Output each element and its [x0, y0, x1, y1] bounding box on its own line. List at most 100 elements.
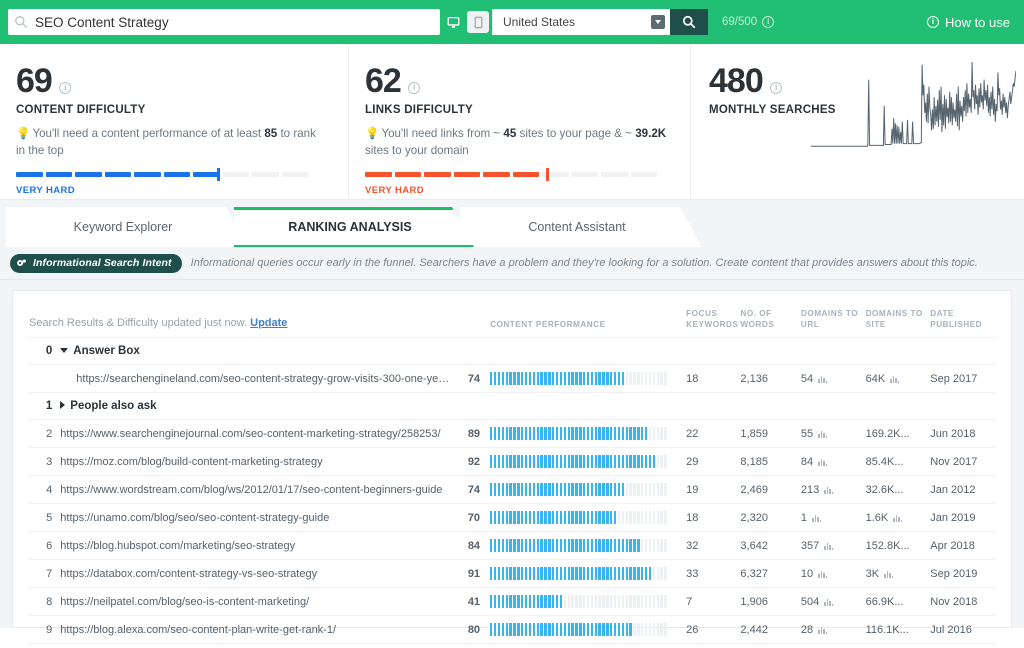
tab-ranking-analysis[interactable]: RANKING ANALYSIS	[234, 207, 474, 247]
difficulty-segment	[601, 171, 628, 177]
domains-to-url-value: 357	[800, 531, 866, 560]
no-of-words-value: 8,185	[740, 447, 801, 476]
result-url[interactable]: https://databox.com/content-strategy-vs-…	[60, 559, 455, 588]
col-focus-keywords[interactable]: FOCUS KEYWORDS	[686, 309, 740, 338]
links-difficulty-label: LINKS DIFFICULTY	[365, 104, 473, 116]
trend-sparkbars	[893, 514, 903, 522]
content-performance-cell	[490, 419, 687, 448]
domains-to-site-value: 64K	[865, 364, 931, 393]
chevron-right-icon[interactable]	[60, 401, 66, 410]
table-row: 6 https://blog.hubspot.com/marketing/seo-…	[29, 531, 995, 560]
search-input[interactable]	[35, 14, 434, 30]
table-row: 3 https://moz.com/blog/build-content-mark…	[29, 447, 995, 476]
content-difficulty-label: CONTENT DIFFICULTY	[16, 104, 146, 116]
search-button[interactable]	[670, 9, 708, 35]
content-difficulty-hint: 💡 You'll need a content performance of at…	[16, 127, 316, 157]
metrics-row: 69 i CONTENT DIFFICULTY 💡 You'll need a c…	[0, 44, 1024, 200]
focus-keywords-value: 19	[686, 475, 741, 504]
col-domains-to-url[interactable]: DOMAINS TO URL	[801, 309, 866, 338]
intent-description: Informational queries occur early in the…	[190, 257, 978, 269]
result-url[interactable]: https://neilpatel.com/blog/seo-is-conten…	[60, 587, 455, 616]
status-badge: Informational Search Intent	[10, 253, 182, 273]
domains-to-url-value: 55	[800, 419, 866, 448]
results-table-body: 0 Answer Box https://searchengineland.com/…	[29, 337, 995, 648]
table-row: 2 https://www.searchenginejournal.com/seo…	[29, 419, 995, 448]
update-link[interactable]: Update	[250, 317, 287, 329]
result-url[interactable]: https://unamo.com/blog/seo/seo-content-s…	[60, 503, 455, 532]
domains-to-url-value: 1	[800, 503, 866, 532]
difficulty-segment	[16, 171, 43, 177]
links-difficulty-hint: 💡 You'll need links from ~ 45 sites to yo…	[365, 127, 667, 157]
content-performance-score: 90	[454, 643, 491, 648]
col-content-performance[interactable]: CONTENT PERFORMANCE	[490, 309, 686, 338]
content-performance-cell	[490, 447, 687, 476]
content-difficulty-value: 69	[16, 62, 53, 100]
focus-keywords-value: 27	[686, 643, 741, 648]
group-label-cell[interactable]: Answer Box	[60, 337, 995, 365]
content-performance-cell	[490, 531, 687, 560]
content-performance-bar	[490, 567, 668, 581]
intent-badge-label: Informational Search Intent	[33, 257, 172, 269]
domains-to-url-value: 10	[800, 559, 866, 588]
info-icon[interactable]: i	[762, 16, 775, 28]
focus-keywords-value: 33	[686, 559, 741, 588]
result-url[interactable]: https://www.searchenginejournal.com/seo-…	[60, 419, 455, 448]
difficulty-segment	[75, 171, 102, 177]
col-domains-to-site[interactable]: DOMAINS TO SITE	[866, 309, 931, 338]
links-difficulty-verdict: VERY HARD	[365, 184, 425, 196]
col-date-published[interactable]: DATE PUBLISHED	[930, 309, 995, 338]
row-position: 10	[29, 643, 61, 648]
tab-label: Content Assistant	[528, 220, 626, 234]
table-group-row: 0 Answer Box	[29, 337, 995, 365]
col-no-of-words[interactable]: NO. OF WORDS	[740, 309, 801, 338]
info-icon[interactable]: i	[58, 82, 71, 94]
no-of-words-value: 3,642	[740, 531, 801, 560]
table-row: 10https://backlinko.com/seo-content90272…	[29, 643, 995, 648]
table-row: 5 https://unamo.com/blog/seo/seo-content-…	[29, 503, 995, 532]
trend-sparkbars	[884, 570, 894, 578]
row-position: 4	[29, 475, 61, 504]
tab-keyword-explorer[interactable]: Keyword Explorer	[6, 207, 248, 247]
result-url[interactable]: https://blog.alexa.com/seo-content-plan-…	[60, 615, 455, 644]
content-performance-cell	[490, 559, 687, 588]
result-url[interactable]: https://blog.hubspot.com/marketing/seo-s…	[60, 531, 455, 560]
domains-to-site-value: 1.6K	[865, 503, 931, 532]
info-icon[interactable]: i	[407, 82, 420, 94]
domains-to-url-value: 54	[800, 364, 866, 393]
search-field-wrapper[interactable]	[8, 9, 440, 35]
result-url[interactable]: https://www.wordstream.com/blog/ws/2012/…	[60, 475, 455, 504]
result-url[interactable]: https://backlinko.com/seo-content	[60, 643, 455, 648]
tab-content-assistant[interactable]: Content Assistant	[460, 207, 702, 247]
monthly-searches-sparkline	[811, 56, 1017, 153]
difficulty-segment	[163, 171, 190, 177]
tab-label: RANKING ANALYSIS	[288, 220, 412, 234]
info-icon[interactable]: i	[769, 82, 782, 94]
quota-indicator: 69/500 i	[722, 16, 775, 28]
result-url[interactable]: https://moz.com/blog/build-content-marke…	[60, 447, 455, 476]
top-search-bar: United States 69/500 i i How to use	[0, 0, 1024, 44]
intent-icon	[17, 259, 26, 266]
group-label-cell[interactable]: People also ask	[60, 392, 995, 420]
desktop-icon[interactable]	[442, 11, 464, 33]
content-performance-bar	[490, 595, 668, 609]
chevron-down-icon[interactable]	[651, 15, 665, 29]
country-select[interactable]: United States	[492, 9, 670, 35]
table-group-row: 1 People also ask	[29, 392, 995, 420]
result-url[interactable]: https://searchengineland.com/seo-content…	[60, 364, 455, 393]
mobile-icon[interactable]	[467, 11, 489, 33]
content-performance-bar	[490, 623, 668, 637]
row-position: 7	[29, 559, 61, 588]
focus-keywords-value: 29	[686, 447, 741, 476]
domains-to-site-value: 116.1K...	[865, 615, 931, 644]
chevron-down-icon[interactable]	[60, 348, 69, 354]
difficulty-segment	[104, 171, 131, 177]
difficulty-segment	[483, 171, 510, 177]
how-to-use-button[interactable]: i How to use	[926, 15, 1010, 30]
difficulty-segment	[424, 171, 451, 177]
trend-sparkbars	[818, 430, 828, 438]
content-difficulty-bar	[16, 167, 308, 181]
domains-to-url-value: 504	[800, 587, 866, 616]
device-toggle[interactable]	[442, 9, 492, 35]
focus-keywords-value: 18	[686, 364, 741, 393]
difficulty-marker	[217, 167, 220, 181]
